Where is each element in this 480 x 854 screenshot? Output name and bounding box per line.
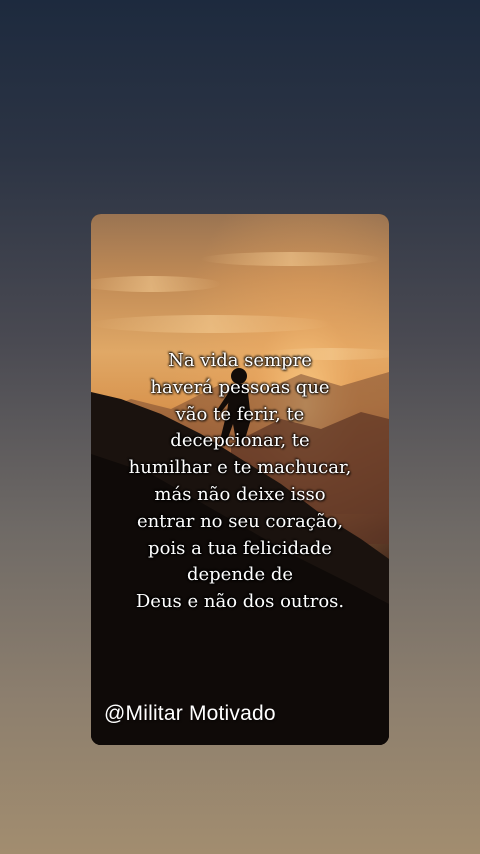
quote-line: Na vida sempre	[168, 350, 312, 371]
quote-line: más não deixe isso	[154, 483, 326, 505]
quote-line: Deus e não dos outros.	[135, 591, 345, 613]
quote-line: vão te ferir, te	[175, 403, 305, 425]
author-handle: @Militar Motivado	[104, 702, 276, 725]
quote-line: decepcionar, te	[170, 430, 310, 452]
quote-line: haverá pessoas que	[150, 376, 330, 398]
post-card: Na vida sempre haverá pessoas que vão te…	[91, 214, 389, 745]
quote-line: depende de	[186, 564, 293, 586]
quote-line: pois a tua felicidade	[148, 537, 332, 559]
quote-line: entrar no seu coração,	[136, 510, 344, 532]
motivational-quote: Na vida sempre haverá pessoas que vão te…	[91, 348, 389, 616]
quote-line: humilhar e te machucar,	[128, 457, 352, 479]
